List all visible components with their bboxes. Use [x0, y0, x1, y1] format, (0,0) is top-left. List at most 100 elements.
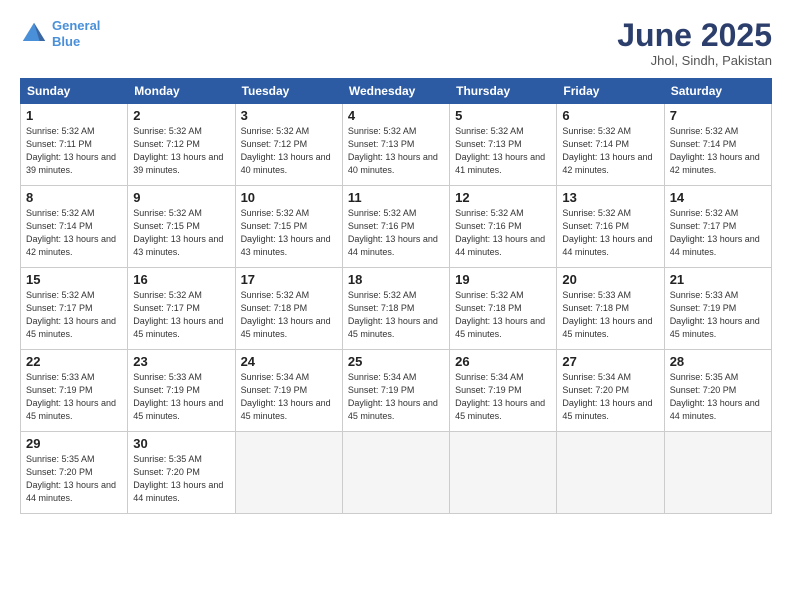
- table-row: 25 Sunrise: 5:34 AMSunset: 7:19 PMDayligh…: [342, 350, 449, 432]
- calendar-row: 1 Sunrise: 5:32 AMSunset: 7:11 PMDaylight…: [21, 104, 772, 186]
- day-info: Sunrise: 5:34 AMSunset: 7:19 PMDaylight:…: [455, 372, 545, 421]
- table-row: 24Sunrise: 5:34 AMSunset: 7:19 PMDayligh…: [235, 350, 342, 432]
- calendar-row: 15 Sunrise: 5:32 AMSunset: 7:17 PMDayligh…: [21, 268, 772, 350]
- day-info: Sunrise: 5:32 AMSunset: 7:14 PMDaylight:…: [26, 208, 116, 257]
- table-row: 4 Sunrise: 5:32 AMSunset: 7:13 PMDaylight…: [342, 104, 449, 186]
- table-row: 15 Sunrise: 5:32 AMSunset: 7:17 PMDayligh…: [21, 268, 128, 350]
- logo-text: General Blue: [52, 18, 100, 49]
- table-row: 8 Sunrise: 5:32 AMSunset: 7:14 PMDaylight…: [21, 186, 128, 268]
- day-number: 6: [562, 108, 658, 123]
- day-number: 21: [670, 272, 766, 287]
- table-row: 22Sunrise: 5:33 AMSunset: 7:19 PMDayligh…: [21, 350, 128, 432]
- day-number: 11: [348, 190, 444, 205]
- day-number: 3: [241, 108, 337, 123]
- calendar-row: 8 Sunrise: 5:32 AMSunset: 7:14 PMDaylight…: [21, 186, 772, 268]
- day-info: Sunrise: 5:32 AMSunset: 7:15 PMDaylight:…: [133, 208, 223, 257]
- col-sunday: Sunday: [21, 79, 128, 104]
- day-number: 15: [26, 272, 122, 287]
- day-info: Sunrise: 5:32 AMSunset: 7:13 PMDaylight:…: [455, 126, 545, 175]
- day-number: 23: [133, 354, 229, 369]
- day-number: 19: [455, 272, 551, 287]
- day-info: Sunrise: 5:34 AMSunset: 7:19 PMDaylight:…: [348, 372, 438, 421]
- calendar-row: 29Sunrise: 5:35 AMSunset: 7:20 PMDayligh…: [21, 432, 772, 514]
- location: Jhol, Sindh, Pakistan: [617, 53, 772, 68]
- table-row: [235, 432, 342, 514]
- table-row: [557, 432, 664, 514]
- table-row: 2 Sunrise: 5:32 AMSunset: 7:12 PMDaylight…: [128, 104, 235, 186]
- day-info: Sunrise: 5:32 AMSunset: 7:16 PMDaylight:…: [348, 208, 438, 257]
- col-tuesday: Tuesday: [235, 79, 342, 104]
- table-row: 29Sunrise: 5:35 AMSunset: 7:20 PMDayligh…: [21, 432, 128, 514]
- col-monday: Monday: [128, 79, 235, 104]
- day-number: 12: [455, 190, 551, 205]
- day-info: Sunrise: 5:35 AMSunset: 7:20 PMDaylight:…: [133, 454, 223, 503]
- table-row: [450, 432, 557, 514]
- day-info: Sunrise: 5:34 AMSunset: 7:20 PMDaylight:…: [562, 372, 652, 421]
- calendar-row: 22 Sunrise: 5:33 AMSunset: 7:19 PMDayligh…: [21, 350, 772, 432]
- day-info: Sunrise: 5:32 AMSunset: 7:17 PMDaylight:…: [26, 290, 116, 339]
- day-info: Sunrise: 5:32 AMSunset: 7:18 PMDaylight:…: [241, 290, 331, 339]
- day-number: 22: [26, 354, 122, 369]
- day-info: Sunrise: 5:35 AMSunset: 7:20 PMDaylight:…: [670, 372, 760, 421]
- table-row: [664, 432, 771, 514]
- day-number: 7: [670, 108, 766, 123]
- day-number: 5: [455, 108, 551, 123]
- table-row: 7 Sunrise: 5:32 AMSunset: 7:14 PMDaylight…: [664, 104, 771, 186]
- day-info: Sunrise: 5:32 AMSunset: 7:14 PMDaylight:…: [670, 126, 760, 175]
- day-info: Sunrise: 5:32 AMSunset: 7:17 PMDaylight:…: [670, 208, 760, 257]
- table-row: 14Sunrise: 5:32 AMSunset: 7:17 PMDayligh…: [664, 186, 771, 268]
- day-info: Sunrise: 5:32 AMSunset: 7:15 PMDaylight:…: [241, 208, 331, 257]
- table-row: 5 Sunrise: 5:32 AMSunset: 7:13 PMDaylight…: [450, 104, 557, 186]
- day-info: Sunrise: 5:32 AMSunset: 7:11 PMDaylight:…: [26, 126, 116, 175]
- day-info: Sunrise: 5:32 AMSunset: 7:14 PMDaylight:…: [562, 126, 652, 175]
- logo-icon: [20, 20, 48, 48]
- day-number: 8: [26, 190, 122, 205]
- day-info: Sunrise: 5:32 AMSunset: 7:17 PMDaylight:…: [133, 290, 223, 339]
- table-row: 9 Sunrise: 5:32 AMSunset: 7:15 PMDaylight…: [128, 186, 235, 268]
- day-number: 9: [133, 190, 229, 205]
- table-row: 11 Sunrise: 5:32 AMSunset: 7:16 PMDayligh…: [342, 186, 449, 268]
- calendar: Sunday Monday Tuesday Wednesday Thursday…: [20, 78, 772, 514]
- day-info: Sunrise: 5:32 AMSunset: 7:18 PMDaylight:…: [455, 290, 545, 339]
- header: General Blue June 2025 Jhol, Sindh, Paki…: [20, 18, 772, 68]
- day-number: 27: [562, 354, 658, 369]
- day-number: 4: [348, 108, 444, 123]
- table-row: 18 Sunrise: 5:32 AMSunset: 7:18 PMDayligh…: [342, 268, 449, 350]
- col-thursday: Thursday: [450, 79, 557, 104]
- day-info: Sunrise: 5:35 AMSunset: 7:20 PMDaylight:…: [26, 454, 116, 503]
- table-row: 21Sunrise: 5:33 AMSunset: 7:19 PMDayligh…: [664, 268, 771, 350]
- day-number: 18: [348, 272, 444, 287]
- title-area: June 2025 Jhol, Sindh, Pakistan: [617, 18, 772, 68]
- day-number: 17: [241, 272, 337, 287]
- day-info: Sunrise: 5:32 AMSunset: 7:12 PMDaylight:…: [241, 126, 331, 175]
- day-info: Sunrise: 5:32 AMSunset: 7:16 PMDaylight:…: [455, 208, 545, 257]
- day-number: 2: [133, 108, 229, 123]
- day-number: 13: [562, 190, 658, 205]
- day-number: 28: [670, 354, 766, 369]
- table-row: 26 Sunrise: 5:34 AMSunset: 7:19 PMDayligh…: [450, 350, 557, 432]
- day-number: 10: [241, 190, 337, 205]
- day-info: Sunrise: 5:32 AMSunset: 7:18 PMDaylight:…: [348, 290, 438, 339]
- day-number: 24: [241, 354, 337, 369]
- day-number: 25: [348, 354, 444, 369]
- day-info: Sunrise: 5:33 AMSunset: 7:19 PMDaylight:…: [133, 372, 223, 421]
- day-info: Sunrise: 5:32 AMSunset: 7:12 PMDaylight:…: [133, 126, 223, 175]
- table-row: 19 Sunrise: 5:32 AMSunset: 7:18 PMDayligh…: [450, 268, 557, 350]
- table-row: [342, 432, 449, 514]
- day-number: 1: [26, 108, 122, 123]
- table-row: 27 Sunrise: 5:34 AMSunset: 7:20 PMDayligh…: [557, 350, 664, 432]
- day-number: 26: [455, 354, 551, 369]
- table-row: 1 Sunrise: 5:32 AMSunset: 7:11 PMDaylight…: [21, 104, 128, 186]
- col-saturday: Saturday: [664, 79, 771, 104]
- col-wednesday: Wednesday: [342, 79, 449, 104]
- table-row: 17 Sunrise: 5:32 AMSunset: 7:18 PMDayligh…: [235, 268, 342, 350]
- day-info: Sunrise: 5:32 AMSunset: 7:13 PMDaylight:…: [348, 126, 438, 175]
- table-row: 23 Sunrise: 5:33 AMSunset: 7:19 PMDayligh…: [128, 350, 235, 432]
- day-info: Sunrise: 5:32 AMSunset: 7:16 PMDaylight:…: [562, 208, 652, 257]
- table-row: 12 Sunrise: 5:32 AMSunset: 7:16 PMDayligh…: [450, 186, 557, 268]
- table-row: 3 Sunrise: 5:32 AMSunset: 7:12 PMDaylight…: [235, 104, 342, 186]
- table-row: 20Sunrise: 5:33 AMSunset: 7:18 PMDayligh…: [557, 268, 664, 350]
- table-row: 10 Sunrise: 5:32 AMSunset: 7:15 PMDayligh…: [235, 186, 342, 268]
- day-number: 30: [133, 436, 229, 451]
- month-title: June 2025: [617, 18, 772, 53]
